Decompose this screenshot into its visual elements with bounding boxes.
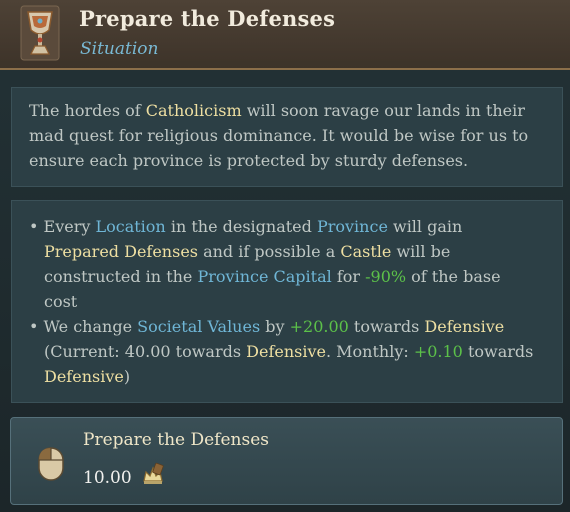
description-text: will soon ravage our lands in their [241,101,525,120]
situation-window: Prepare the Defenses Situation The horde… [0,0,570,512]
mouse-left-click-icon [38,447,64,481]
monthly-change-value: +0.10 [413,342,463,361]
defensive-keyword[interactable]: Defensive [424,317,504,336]
effect-2-line-1: • We change Societal Values by +20.00 to… [29,314,554,339]
effects-panel: • Every Location in the designated Provi… [11,200,563,403]
province-link[interactable]: Province [317,217,388,236]
effect-2-line-2: (Current: 40.00 towards Defensive. Month… [29,339,554,364]
effect-text: ) [123,367,131,386]
effect-text: and if possible a [198,242,341,261]
defensive-keyword[interactable]: Defensive [246,342,326,361]
societal-values-link[interactable]: Societal Values [137,317,260,336]
window-title: Prepare the Defenses [79,6,336,31]
crown-power-icon [143,462,164,484]
prepared-defenses-keyword[interactable]: Prepared Defenses [44,242,198,261]
description-panel: The hordes of Catholicism will soon rava… [11,87,563,187]
effect-1-line-2: Prepared Defenses and if possible a Cast… [29,239,554,264]
effect-text: will gain [387,217,463,236]
description-line-3: ensure each province is protected by stu… [29,151,469,170]
action-title: Prepare the Defenses [83,430,269,450]
effect-1-line-3: constructed in the Province Capital for … [29,264,554,289]
defensive-keyword[interactable]: Defensive [44,367,124,386]
description-line-1: The hordes of Catholicism will soon rava… [29,98,562,123]
effect-text: in the designated [165,217,317,236]
effect-text: towards [348,317,425,336]
prepare-defenses-action-button[interactable]: Prepare the Defenses 10.00 [10,417,563,505]
description-line-2: mad quest for religious dominance. It wo… [29,126,529,145]
effect-text: of the base [406,267,501,286]
effect-1-line-1: • Every Location in the designated Provi… [29,214,554,239]
effect-text: by [260,317,290,336]
effect-text: constructed in the [44,267,198,286]
description-text: The hordes of [29,101,146,120]
location-link[interactable]: Location [95,217,165,236]
religion-keyword[interactable]: Catholicism [146,101,242,120]
effect-1-line-4: cost [44,292,78,311]
chalice-icon [20,5,60,61]
change-amount-value: +20.00 [289,317,349,336]
window-header: Prepare the Defenses Situation [0,0,570,70]
effect-text: towards [462,342,534,361]
action-cost-value: 10.00 [83,468,132,488]
province-capital-link[interactable]: Province Capital [197,267,331,286]
effect-2-line-3: Defensive) [29,364,554,389]
effect-text: • Every [29,217,96,236]
castle-keyword[interactable]: Castle [340,242,391,261]
effect-text: (Current: 40.00 towards [44,342,247,361]
effect-text: will be [391,242,451,261]
cost-modifier-value: -90% [365,267,407,286]
effect-text: • We change [29,317,138,336]
effect-text: for [331,267,366,286]
window-subtitle: Situation [80,39,159,59]
effect-text: . Monthly: [325,342,414,361]
